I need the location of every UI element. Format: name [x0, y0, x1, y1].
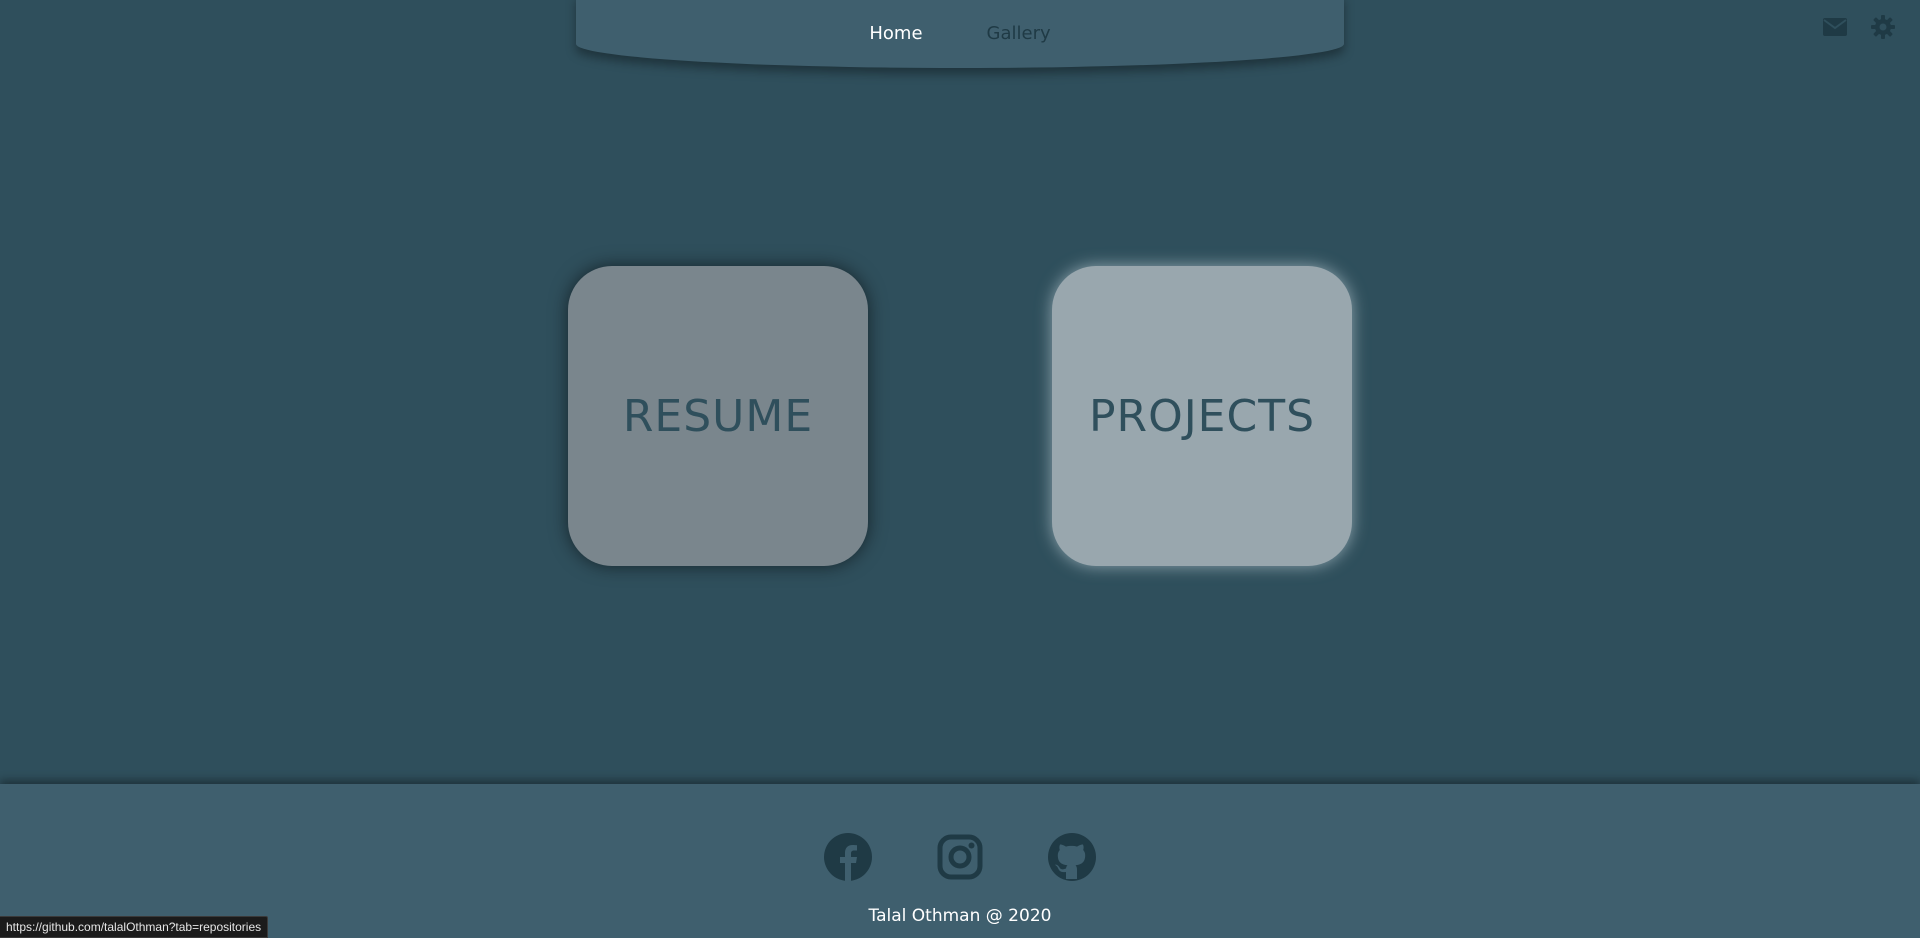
- projects-card-button[interactable]: PROJECTS: [1052, 266, 1352, 566]
- status-bar-url: https://github.com/talalOthman?tab=repos…: [0, 916, 269, 938]
- gear-icon[interactable]: [1870, 14, 1896, 40]
- top-navigation: Home Gallery: [576, 0, 1344, 68]
- resume-card-label: RESUME: [622, 390, 814, 442]
- projects-card-label: PROJECTS: [1088, 390, 1316, 442]
- instagram-icon[interactable]: [935, 832, 985, 882]
- top-right-icons: [1822, 14, 1896, 40]
- footer: Talal Othman @ 2020: [0, 784, 1920, 938]
- github-icon[interactable]: [1047, 832, 1097, 882]
- nav-home-link[interactable]: Home: [869, 23, 922, 44]
- page: Home Gallery RESUME PROJECTS Talal Othma…: [0, 0, 1920, 938]
- nav-gallery-link[interactable]: Gallery: [987, 23, 1051, 44]
- copyright-text: Talal Othman @ 2020: [868, 906, 1052, 926]
- social-links: [0, 832, 1920, 882]
- facebook-icon[interactable]: [823, 832, 873, 882]
- resume-card-button[interactable]: RESUME: [568, 266, 868, 566]
- envelope-icon[interactable]: [1822, 14, 1848, 40]
